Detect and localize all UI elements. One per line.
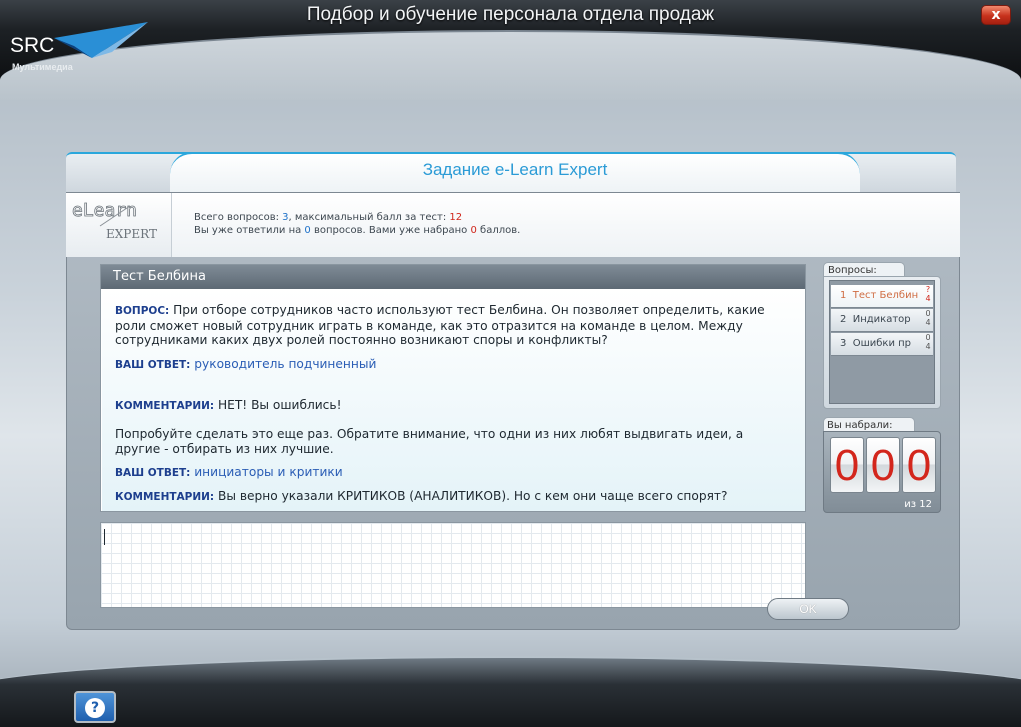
info-total-prefix: Всего вопросов: xyxy=(194,212,283,223)
question-item-1[interactable]: 1 Тест Белбин ? 4 xyxy=(831,285,933,308)
title-bar-arc xyxy=(0,30,1021,100)
question-item-number: 1 xyxy=(840,290,847,301)
comment-2-text: Вы верно указали КРИТИКОВ (АНАЛИТИКОВ). … xyxy=(214,489,728,503)
question-item-score: ? 4 xyxy=(924,285,932,303)
help-button[interactable]: ? xyxy=(74,691,116,723)
question-item-label: Тест Белбин xyxy=(852,290,919,301)
elearn-logo-top: eLearn xyxy=(72,200,137,221)
close-button[interactable]: x xyxy=(981,5,1011,25)
help-icon: ? xyxy=(85,698,105,718)
question-item-label: Индикатор xyxy=(852,314,911,325)
bottom-bar xyxy=(0,640,1021,727)
ok-button[interactable]: OK xyxy=(767,598,849,620)
score-digit-units: 0 xyxy=(902,437,936,493)
answer-1-block: ВАШ ОТВЕТ: руководитель подчиненный xyxy=(115,357,785,373)
question-item-score-top: 0 xyxy=(925,309,931,318)
logo-wing-icon xyxy=(54,22,148,58)
question-item-score-max: 4 xyxy=(925,342,931,351)
app-title: Подбор и обучение персонала отдела прода… xyxy=(306,4,715,25)
question-text-block: ВОПРОС: При отборе сотрудников часто исп… xyxy=(115,303,785,348)
answer-2-text: инициаторы и критики xyxy=(190,465,343,479)
score-digit-tens: 0 xyxy=(866,437,900,493)
comment-1-label: КОММЕНТАРИИ: xyxy=(115,400,215,412)
src-logo: SRC Мультимедиа xyxy=(10,22,150,77)
elearn-expert-logo: eLearn EXPERT xyxy=(72,200,157,241)
logo-subtitle: Мультимедиа xyxy=(12,62,73,72)
question-panel: Тест Белбина ВОПРОС: При отборе сотрудни… xyxy=(100,264,806,512)
score-panel: 0 0 0 из 12 xyxy=(823,431,941,513)
bottom-bar-arc xyxy=(0,656,1021,727)
hint-text: Попробуйте сделать это еще раз. Обратите… xyxy=(115,427,744,456)
questions-list: 1 Тест Белбин ? 4 2 Индикатор 04 3 Ошибки… xyxy=(829,280,935,404)
question-item-label: Ошибки пр xyxy=(852,338,912,349)
dialog-title: Задание e-Learn Expert xyxy=(422,160,608,179)
question-item-score-top: 0 xyxy=(925,333,931,342)
question-text: При отборе сотрудников часто используют … xyxy=(115,303,765,348)
question-label: ВОПРОС: xyxy=(115,305,170,317)
info-answered-mid: вопросов. Вами уже набрано xyxy=(310,225,471,236)
questions-panel: 1 Тест Белбин ? 4 2 Индикатор 04 3 Ошибки… xyxy=(823,276,941,409)
question-item-number: 2 xyxy=(840,314,847,325)
logo-brand: SRC xyxy=(10,34,55,57)
info-max-prefix: , максимальный балл за тест: xyxy=(288,212,450,223)
comment-1-block: КОММЕНТАРИИ: НЕТ! Вы ошиблись! xyxy=(115,398,785,414)
question-item-2[interactable]: 2 Индикатор 04 xyxy=(831,309,933,332)
question-body[interactable]: ВОПРОС: При отборе сотрудников часто исп… xyxy=(102,289,805,511)
question-item-score: 04 xyxy=(924,333,932,351)
answer-1-label: ВАШ ОТВЕТ: xyxy=(115,359,191,371)
comment-1-text: НЕТ! Вы ошиблись! xyxy=(214,398,342,412)
question-item-score-max: 4 xyxy=(925,318,931,327)
score-digit-hundreds: 0 xyxy=(830,437,864,493)
question-item-3[interactable]: 3 Ошибки пр 04 xyxy=(831,333,933,356)
question-item-score: 04 xyxy=(924,309,932,327)
comment-2-block: КОММЕНТАРИИ: Вы верно указали КРИТИКОВ (… xyxy=(115,489,785,505)
question-title: Тест Белбина xyxy=(101,265,805,289)
answer-input[interactable] xyxy=(100,522,806,608)
info-max-score: 12 xyxy=(449,212,463,223)
answer-2-block: ВАШ ОТВЕТ: инициаторы и критики xyxy=(115,465,785,481)
question-item-score-max: 4 xyxy=(925,294,931,303)
info-progress: Вы уже ответили на 0 вопросов. Вами уже … xyxy=(194,225,520,236)
elearn-logo-bottom: EXPERT xyxy=(106,227,157,241)
question-item-score-top: ? xyxy=(925,285,931,294)
text-caret xyxy=(104,529,105,545)
answer-2-label: ВАШ ОТВЕТ: xyxy=(115,467,191,479)
hint-block: Попробуйте сделать это еще раз. Обратите… xyxy=(115,427,785,456)
score-max: из 12 xyxy=(904,499,932,510)
info-answered-prefix: Вы уже ответили на xyxy=(194,225,305,236)
question-item-number: 3 xyxy=(840,338,847,349)
info-answered-suffix: баллов. xyxy=(476,225,521,236)
info-totals: Всего вопросов: 3, максимальный балл за … xyxy=(194,212,462,223)
comment-2-label: КОММЕНТАРИИ: xyxy=(115,491,215,503)
answer-1-text: руководитель подчиненный xyxy=(190,357,377,371)
